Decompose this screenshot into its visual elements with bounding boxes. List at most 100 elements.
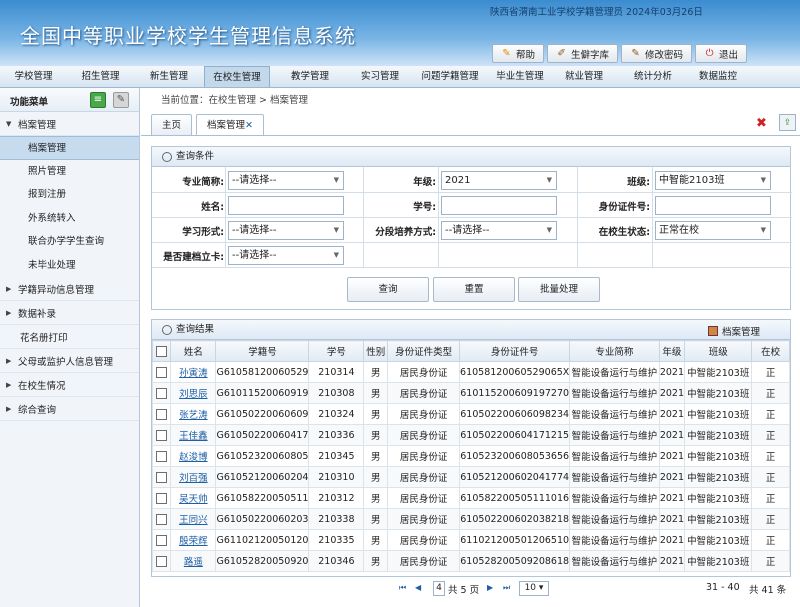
- help-button[interactable]: ✎ 帮助: [492, 44, 545, 63]
- nav-internship[interactable]: 实习管理: [350, 66, 410, 87]
- cell-name[interactable]: 吴天帅: [170, 487, 217, 509]
- sidebar-section-status-change[interactable]: ▶ 学籍异动信息管理: [0, 277, 139, 301]
- sidebar-item-external-transfer[interactable]: 外系统转入: [0, 207, 139, 231]
- cell-major: 智能设备运行与维护: [569, 550, 660, 572]
- stage-mode-select[interactable]: --请选择-- ▼: [441, 221, 557, 240]
- name-input[interactable]: [228, 196, 344, 215]
- table-row[interactable]: 刘百强 G61052120060204 210310 男居民身份证 6105212006…: [152, 466, 790, 488]
- page-number-input[interactable]: 4: [433, 581, 445, 596]
- nav-employment[interactable]: 就业管理: [550, 66, 618, 87]
- sidebar-item-photo-management[interactable]: 照片管理: [0, 160, 139, 184]
- prev-page-icon[interactable]: ◀: [415, 583, 421, 592]
- sidebar-item-joint-students[interactable]: 联合办学学生查询: [0, 230, 139, 254]
- row-checkbox[interactable]: [156, 534, 168, 546]
- cell-id-no: 610115200609197270: [459, 382, 571, 404]
- sidebar: 功能菜单 ≡ ✎ ▼ 档案管理 档案管理 照片管理 报到注册 外系统转入 联合办学…: [0, 88, 140, 607]
- sidebar-item-registration[interactable]: 报到注册: [0, 183, 139, 207]
- sidebar-section-student-status[interactable]: ▶ 在校生情况: [0, 373, 139, 397]
- class-label: 班级:: [627, 177, 650, 188]
- id-no-input[interactable]: [655, 196, 771, 215]
- select-all-checkbox[interactable]: [156, 345, 168, 357]
- sidebar-section-archives[interactable]: ▼ 档案管理: [0, 112, 139, 136]
- charset-button[interactable]: ✐ 生僻字库: [547, 44, 619, 63]
- search-button[interactable]: 查询: [347, 277, 429, 302]
- sidebar-item-archive-management[interactable]: 档案管理: [0, 136, 139, 160]
- tab-archive-management[interactable]: 档案管理✕: [196, 114, 264, 136]
- cell-name[interactable]: 刘百强: [170, 466, 217, 488]
- total-pages: 共 5 页: [448, 585, 480, 596]
- query-panel-title: 查询条件: [152, 147, 790, 167]
- table-row[interactable]: 赵浚博 G61052320060805 210345 男居民身份证 6105232006…: [152, 445, 790, 467]
- row-checkbox[interactable]: [156, 513, 168, 525]
- class-select[interactable]: 中智能2103班 ▼: [655, 171, 771, 190]
- archive-select[interactable]: --请选择-- ▼: [228, 246, 344, 265]
- cell-gender: 男: [363, 382, 389, 404]
- row-checkbox[interactable]: [156, 450, 168, 462]
- nav-statistics[interactable]: 统计分析: [618, 66, 688, 87]
- nav-monitoring[interactable]: 数据监控: [688, 66, 748, 87]
- table-row[interactable]: 王同兴 G61050220060203 210338 男居民身份证 6105022006…: [152, 508, 790, 530]
- sidebar-section-guardian-info[interactable]: ▶ 父母或监护人信息管理: [0, 349, 139, 373]
- next-page-icon[interactable]: ▶: [487, 583, 493, 592]
- nav-school[interactable]: 学校管理: [0, 66, 67, 87]
- study-form-select[interactable]: --请选择-- ▼: [228, 221, 344, 240]
- reset-button[interactable]: 重置: [433, 277, 515, 302]
- row-checkbox[interactable]: [156, 555, 168, 567]
- row-checkbox[interactable]: [156, 429, 168, 441]
- major-select[interactable]: --请选择-- ▼: [228, 171, 344, 190]
- nav-problem-records[interactable]: 问题学籍管理: [410, 66, 490, 87]
- cell-name[interactable]: 孙寅涛: [170, 361, 217, 383]
- table-row[interactable]: 张艺涛 G61050220060609 210324 男居民身份证 6105022006…: [152, 403, 790, 425]
- sidebar-section-combined-query[interactable]: ▶ 综合查询: [0, 397, 139, 421]
- last-page-icon[interactable]: ⏭: [503, 583, 510, 593]
- cell-name[interactable]: 刘思辰: [170, 382, 217, 404]
- cell-name[interactable]: 殷荣辉: [170, 529, 217, 551]
- sidebar-item-roster-print[interactable]: 花名册打印: [0, 325, 139, 349]
- cell-name[interactable]: 路遥: [170, 550, 217, 572]
- nav-enrollment[interactable]: 招生管理: [67, 66, 134, 87]
- page-size-select[interactable]: 10 ▾: [519, 581, 549, 596]
- menu-list-icon[interactable]: ≡: [90, 92, 106, 108]
- status-select[interactable]: 正常在校 ▼: [655, 221, 771, 240]
- student-no-input[interactable]: [441, 196, 557, 215]
- nav-teaching[interactable]: 教学管理: [270, 66, 350, 87]
- divider: [152, 242, 792, 243]
- table-row[interactable]: 王佳鑫 G61050220060417 210336 男居民身份证 6105022006…: [152, 424, 790, 446]
- cell-id-type: 居民身份证: [387, 487, 461, 509]
- table-row[interactable]: 刘思辰 G61011520060919 210308 男居民身份证 6101152006…: [152, 382, 790, 404]
- cell-gender: 男: [363, 508, 389, 530]
- cell-name[interactable]: 王佳鑫: [170, 424, 217, 446]
- export-icon[interactable]: ⇪: [779, 114, 796, 131]
- row-checkbox[interactable]: [156, 366, 168, 378]
- cell-name[interactable]: 赵浚博: [170, 445, 217, 467]
- tab-close-icon[interactable]: ✕: [245, 120, 253, 131]
- batch-process-button[interactable]: 批量处理: [518, 277, 600, 302]
- first-page-icon[interactable]: ⏮: [399, 583, 406, 593]
- row-checkbox[interactable]: [156, 408, 168, 420]
- table-row[interactable]: 殷荣辉 G61102120050120 210335 男居民身份证 6110212005…: [152, 529, 790, 551]
- cell-id-no: 610528200509208618: [459, 550, 571, 572]
- sidebar-section-data-supplement[interactable]: ▶ 数据补录: [0, 301, 139, 325]
- nav-graduates[interactable]: 毕业生管理: [490, 66, 550, 87]
- nav-freshman[interactable]: 新生管理: [134, 66, 204, 87]
- sidebar-item-ungraduated[interactable]: 未毕业处理: [0, 254, 139, 278]
- logout-button[interactable]: ⏻ 退出: [695, 44, 748, 63]
- row-checkbox[interactable]: [156, 471, 168, 483]
- change-password-button[interactable]: ✎ 修改密码: [621, 44, 693, 63]
- row-select-cell: [152, 529, 172, 551]
- cell-name[interactable]: 张艺涛: [170, 403, 217, 425]
- row-checkbox[interactable]: [156, 492, 168, 504]
- cell-name[interactable]: 王同兴: [170, 508, 217, 530]
- close-all-icon[interactable]: ✖: [756, 116, 767, 131]
- edit-icon[interactable]: ✎: [113, 92, 129, 108]
- grade-select[interactable]: 2021 ▼: [441, 171, 557, 190]
- divider: [152, 217, 792, 218]
- nav-current-students[interactable]: 在校生管理: [204, 66, 270, 87]
- user-info: 陕西省渭南工业学校学籍管理员 2024年03月26日: [490, 7, 703, 18]
- chevron-down-icon: ▼: [760, 226, 766, 234]
- table-row[interactable]: 吴天帅 G61058220050511 210312 男居民身份证 6105822005…: [152, 487, 790, 509]
- table-row[interactable]: 路遥 G61052820050920 210346 男居民身份证 61052820050…: [152, 550, 790, 572]
- table-row[interactable]: 孙寅涛 G61058120060529 210314 男居民身份证 6105812006…: [152, 361, 790, 383]
- row-checkbox[interactable]: [156, 387, 168, 399]
- tab-home[interactable]: 主页: [151, 114, 193, 136]
